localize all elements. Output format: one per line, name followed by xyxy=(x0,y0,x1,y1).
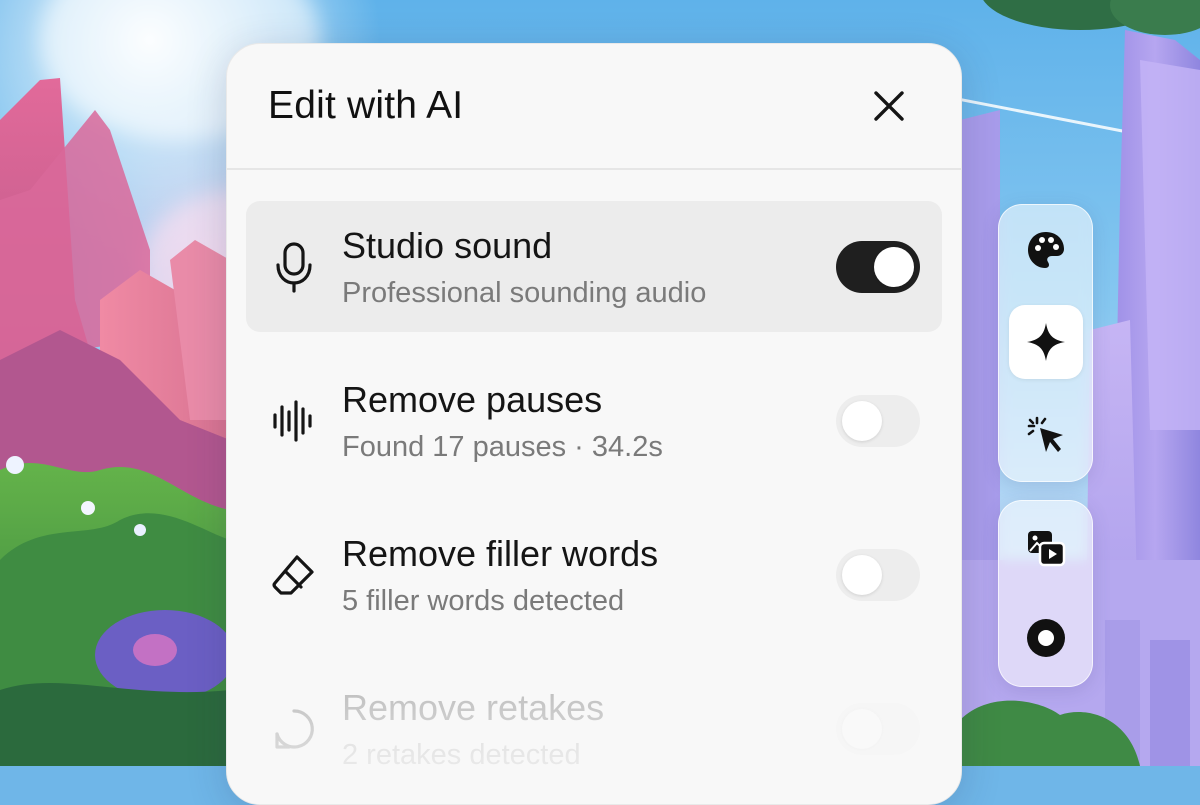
ai-sparkle-tool-button[interactable] xyxy=(1009,305,1083,379)
item-subtitle: Found 17 pauses · 34.2s xyxy=(342,431,663,463)
remove-filler-words-toggle[interactable] xyxy=(836,549,920,601)
edit-with-ai-dialog: Edit with AI Studio sound Professional s… xyxy=(226,43,962,805)
palette-icon xyxy=(1028,232,1064,268)
record-icon xyxy=(1027,619,1065,657)
item-title: Studio sound xyxy=(342,225,553,266)
toggle-knob xyxy=(842,555,882,595)
toggle-knob xyxy=(874,247,914,287)
magic-cursor-tool-button[interactable] xyxy=(1009,399,1083,473)
ai-feature-list: Studio sound Professional sounding audio… xyxy=(246,201,942,804)
waveform-icon xyxy=(270,395,318,447)
palette-tool-button[interactable] xyxy=(1009,213,1083,287)
toggle-knob xyxy=(842,401,882,441)
item-subtitle: Professional sounding audio xyxy=(342,277,707,309)
close-icon xyxy=(874,91,904,121)
toolbar-group-bottom xyxy=(998,500,1093,687)
list-item-studio-sound[interactable]: Studio sound Professional sounding audio xyxy=(246,201,942,332)
close-button[interactable] xyxy=(867,84,911,128)
studio-sound-toggle[interactable] xyxy=(836,241,920,293)
remove-pauses-toggle[interactable] xyxy=(836,395,920,447)
magic-cursor-icon xyxy=(1027,416,1063,452)
list-item-remove-retakes[interactable]: Remove retakes 2 retakes detected xyxy=(246,663,942,794)
item-subtitle: 5 filler words detected xyxy=(342,585,625,617)
toolbar-group-top xyxy=(998,204,1093,482)
item-subtitle: 2 retakes detected xyxy=(342,739,581,771)
remove-retakes-toggle[interactable] xyxy=(836,703,920,755)
eraser-icon xyxy=(270,549,318,601)
item-title: Remove filler words xyxy=(342,533,659,574)
sparkle-icon xyxy=(1027,323,1065,361)
record-tool-button[interactable] xyxy=(1009,601,1083,675)
item-title: Remove pauses xyxy=(342,379,603,420)
retake-icon xyxy=(270,703,318,755)
dialog-title: Edit with AI xyxy=(268,84,464,127)
item-title: Remove retakes xyxy=(342,687,605,728)
microphone-icon xyxy=(270,241,318,293)
list-item-remove-filler-words[interactable]: Remove filler words 5 filler words detec… xyxy=(246,509,942,640)
media-tool-button[interactable] xyxy=(1009,511,1083,585)
toggle-knob xyxy=(842,709,882,749)
dialog-header: Edit with AI xyxy=(227,44,961,170)
list-item-remove-pauses[interactable]: Remove pauses Found 17 pauses · 34.2s xyxy=(246,355,942,486)
media-icon xyxy=(1028,531,1066,567)
